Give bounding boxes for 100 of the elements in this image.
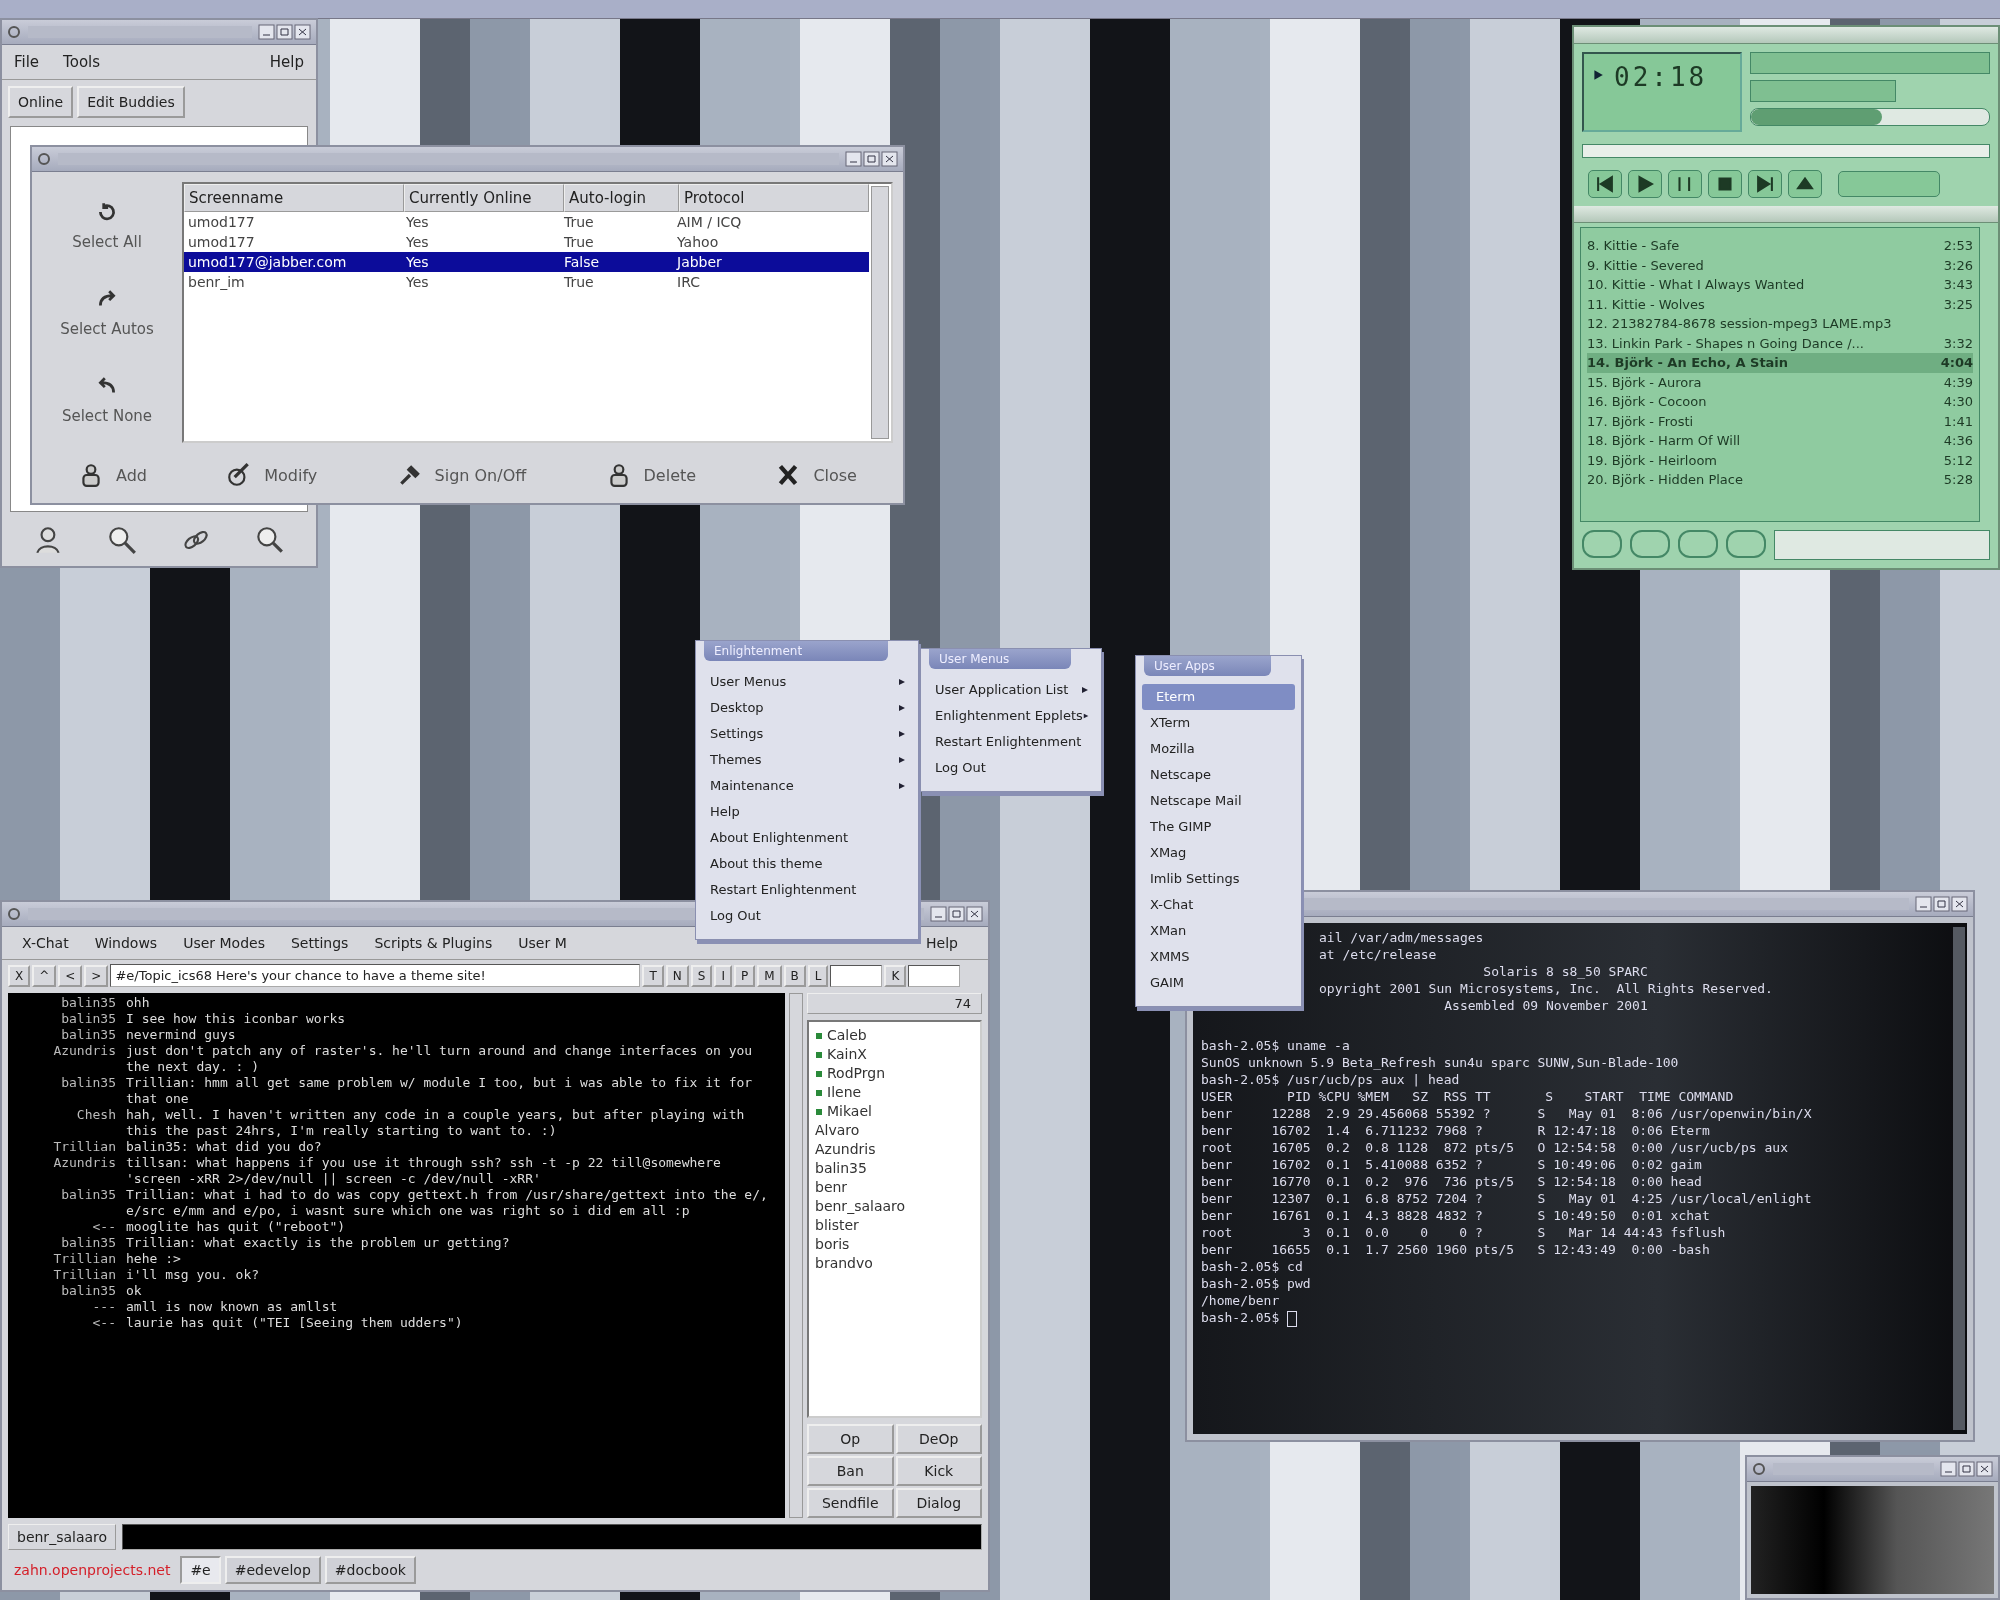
select-button[interactable]: Select All xyxy=(42,199,172,252)
account-row[interactable]: umod177@jabber.com Yes False Jabber xyxy=(184,252,869,272)
menu-item[interactable]: Themes xyxy=(696,747,918,773)
user-action-button[interactable]: Op xyxy=(807,1424,894,1454)
playlist-entry[interactable]: 19. Björk - Heirloom 5:12 xyxy=(1587,450,1973,470)
mode-button[interactable]: N xyxy=(665,964,689,987)
channel-tab[interactable]: #e xyxy=(180,1556,221,1584)
user-entry[interactable]: Ilene xyxy=(815,1083,974,1102)
menu-item[interactable]: Log Out xyxy=(921,755,1101,781)
mode-button[interactable]: P xyxy=(733,964,756,987)
message-input[interactable] xyxy=(122,1524,982,1550)
user-entry[interactable]: Mikael xyxy=(815,1102,974,1121)
player-control-icon[interactable] xyxy=(1788,170,1822,198)
window-controls-icon[interactable] xyxy=(930,906,984,922)
title-bar[interactable] xyxy=(1747,1457,1998,1482)
mode-button[interactable]: S xyxy=(690,964,713,987)
user-action-button[interactable]: Ban xyxy=(807,1456,894,1486)
menu-item[interactable]: File xyxy=(14,53,40,71)
menu-item[interactable]: XMMS xyxy=(1136,944,1301,970)
action-button[interactable]: Add xyxy=(72,461,153,489)
column-header[interactable]: Auto-login xyxy=(564,184,679,212)
window-controls-icon[interactable] xyxy=(1940,1461,1994,1477)
player-control-icon[interactable] xyxy=(1628,170,1662,198)
user-entry[interactable]: Caleb xyxy=(815,1026,974,1045)
account-row[interactable]: umod177 Yes True Yahoo xyxy=(184,232,869,252)
menu-item[interactable]: GAIM xyxy=(1136,970,1301,996)
menu-item[interactable]: X-Chat xyxy=(1136,892,1301,918)
action-button[interactable]: Close xyxy=(769,461,863,489)
volume-slider[interactable] xyxy=(1750,108,1990,126)
title-bar[interactable] xyxy=(2,20,316,45)
column-header[interactable]: Screenname xyxy=(184,184,404,212)
scrollbar[interactable] xyxy=(789,993,803,1518)
window-menu-icon[interactable] xyxy=(6,24,22,40)
menu-item[interactable]: Netscape xyxy=(1136,762,1301,788)
user-entry[interactable]: blister xyxy=(815,1216,974,1235)
menu-item[interactable]: Maintenance xyxy=(696,773,918,799)
mode-button[interactable]: K xyxy=(884,964,907,987)
window-menu-icon[interactable] xyxy=(36,151,52,167)
scrollbar[interactable] xyxy=(1953,927,1965,1430)
player-control-icon[interactable] xyxy=(1668,170,1702,198)
menu-item[interactable]: About Enlightenment xyxy=(696,825,918,851)
menu-item[interactable]: Scripts & Plugins xyxy=(374,935,493,951)
mode-button[interactable]: T xyxy=(642,964,664,987)
player-title-bar[interactable] xyxy=(1574,27,1998,44)
mode-button[interactable]: B xyxy=(783,964,806,987)
menu-item[interactable]: User M xyxy=(518,935,567,951)
menu-item[interactable]: The GIMP xyxy=(1136,814,1301,840)
user-entry[interactable]: boris xyxy=(815,1235,974,1254)
menu-item[interactable]: User Application List xyxy=(921,677,1101,703)
column-header[interactable]: Protocol xyxy=(679,184,869,212)
nav-button[interactable]: < xyxy=(58,964,83,987)
action-button[interactable]: Sign On/Off xyxy=(390,461,533,489)
toolbar-button[interactable]: Edit Buddies xyxy=(77,86,185,118)
mode-button[interactable]: I xyxy=(714,964,732,987)
window-controls-icon[interactable] xyxy=(1915,896,1969,912)
user-entry[interactable]: KainX xyxy=(815,1045,974,1064)
playlist-entry[interactable]: 9. Kittie - Severed 3:26 xyxy=(1587,255,1973,275)
seek-bar[interactable] xyxy=(1582,144,1990,158)
user-entry[interactable]: balin35 xyxy=(815,1159,974,1178)
playlist-control-button[interactable] xyxy=(1726,530,1766,558)
playlist-entry[interactable]: 11. Kittie - Wolves 3:25 xyxy=(1587,294,1973,314)
magnifier-icon[interactable] xyxy=(106,524,139,556)
window-controls-icon[interactable] xyxy=(845,151,899,167)
playlist-entry[interactable]: 18. Björk - Harm Of Will 4:36 xyxy=(1587,431,1973,451)
menu-item[interactable]: Settings xyxy=(696,721,918,747)
menu-item[interactable]: Restart Enlightenment xyxy=(921,729,1101,755)
user-action-button[interactable]: DeOp xyxy=(895,1424,982,1454)
select-button[interactable]: Select None xyxy=(42,373,172,426)
playlist-entry[interactable]: 20. Björk - Hidden Place 5:28 xyxy=(1587,470,1973,490)
playlist-title-bar[interactable] xyxy=(1574,206,1998,223)
account-row[interactable]: benr_im Yes True IRC xyxy=(184,272,869,292)
scrollbar[interactable] xyxy=(871,186,889,439)
playlist-control-button[interactable] xyxy=(1678,530,1718,558)
title-bar[interactable] xyxy=(32,147,903,172)
menu-item[interactable]: Help xyxy=(696,799,918,825)
nav-button[interactable]: > xyxy=(84,964,109,987)
action-button[interactable]: Delete xyxy=(599,461,703,489)
user-action-button[interactable]: Dialog xyxy=(895,1488,982,1518)
playlist-entry[interactable]: 10. Kittie - What I Always Wanted 3:43 xyxy=(1587,275,1973,295)
user-entry[interactable]: Alvaro xyxy=(815,1121,974,1140)
nav-button[interactable]: X xyxy=(8,964,31,987)
mode-button[interactable]: M xyxy=(757,964,782,987)
column-header[interactable]: Currently Online xyxy=(404,184,564,212)
player-control-icon[interactable] xyxy=(1708,170,1742,198)
playlist-entry[interactable]: 8. Kittie - Safe 2:53 xyxy=(1587,236,1973,256)
mode-button[interactable]: L xyxy=(807,964,829,987)
menu-item[interactable]: Log Out xyxy=(696,903,918,929)
menu-item[interactable]: X-Chat xyxy=(22,935,69,951)
playlist-control-button[interactable] xyxy=(1630,530,1670,558)
window-menu-icon[interactable] xyxy=(6,906,22,922)
limit-field[interactable] xyxy=(830,964,883,987)
menu-item[interactable]: Imlib Settings xyxy=(1136,866,1301,892)
menu-item[interactable]: Enlightenment Epplets xyxy=(921,703,1101,729)
menu-item[interactable]: User Menus xyxy=(696,669,918,695)
account-row[interactable]: umod177 Yes True AIM / ICQ xyxy=(184,212,869,232)
select-button[interactable]: Select Autos xyxy=(42,286,172,339)
user-entry[interactable]: Azundris xyxy=(815,1140,974,1159)
menu-item[interactable]: XMag xyxy=(1136,840,1301,866)
menu-item[interactable]: Netscape Mail xyxy=(1136,788,1301,814)
menu-item[interactable]: Help xyxy=(926,935,958,951)
